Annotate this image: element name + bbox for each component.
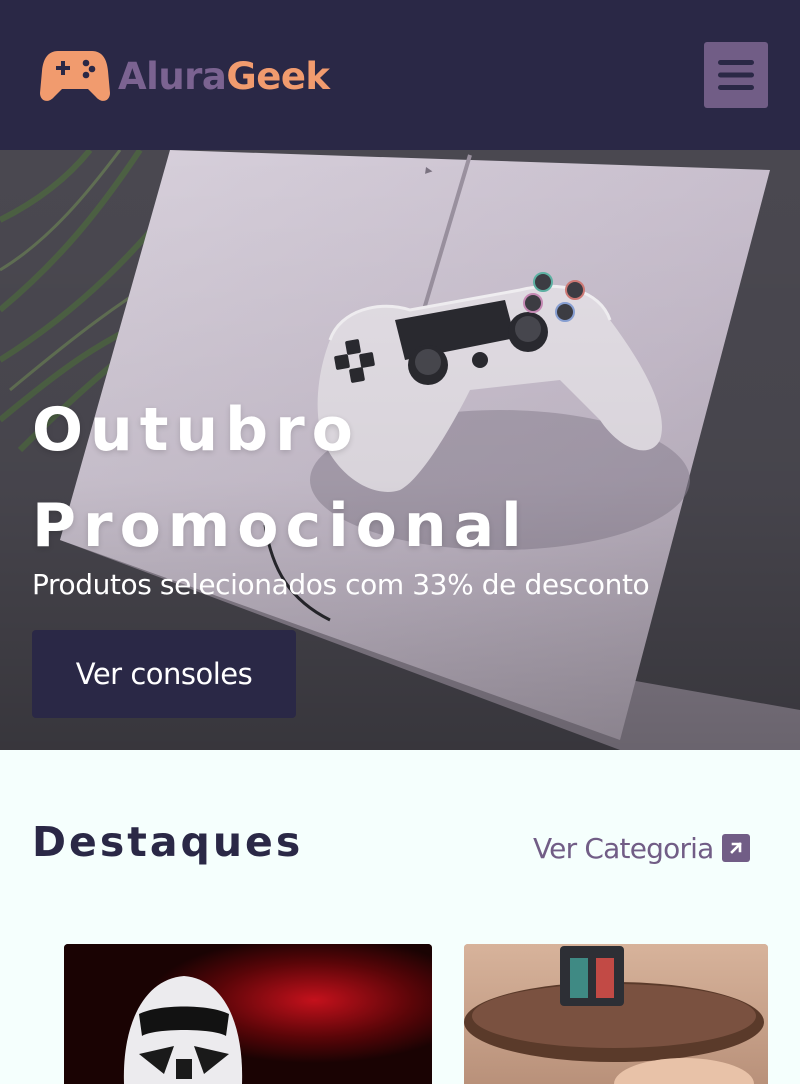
product-card[interactable]	[464, 944, 768, 1084]
section-title: Destaques	[32, 818, 304, 866]
arrow-up-right-icon	[721, 834, 750, 862]
logo-text-alura: Alura	[118, 54, 227, 98]
logo-link[interactable]: AluraGeek	[40, 48, 330, 104]
hero-title-line1: Outubro	[32, 395, 360, 465]
gamepad-logo-icon	[40, 51, 110, 101]
see-category-label: Ver Categoria	[533, 831, 714, 865]
logo-text-geek: Geek	[226, 54, 330, 98]
menu-button[interactable]	[704, 42, 768, 108]
hero-title: Outubro Promocional	[32, 382, 732, 574]
logo-text: AluraGeek	[118, 55, 330, 98]
hamburger-icon	[718, 60, 754, 90]
hero-title-line2: Promocional	[32, 491, 529, 561]
hero-subtitle: Produtos selecionados com 33% de descont…	[32, 568, 650, 601]
site-header: AluraGeek	[0, 0, 800, 150]
see-category-link[interactable]: Ver Categoria	[533, 828, 750, 868]
product-card[interactable]	[64, 944, 432, 1084]
see-consoles-button[interactable]: Ver consoles	[32, 630, 296, 718]
hero-banner: ▸ Outubro Promocional Produ	[0, 150, 800, 750]
stormtrooper-figure-image	[64, 944, 432, 1084]
mug-image	[464, 944, 768, 1084]
